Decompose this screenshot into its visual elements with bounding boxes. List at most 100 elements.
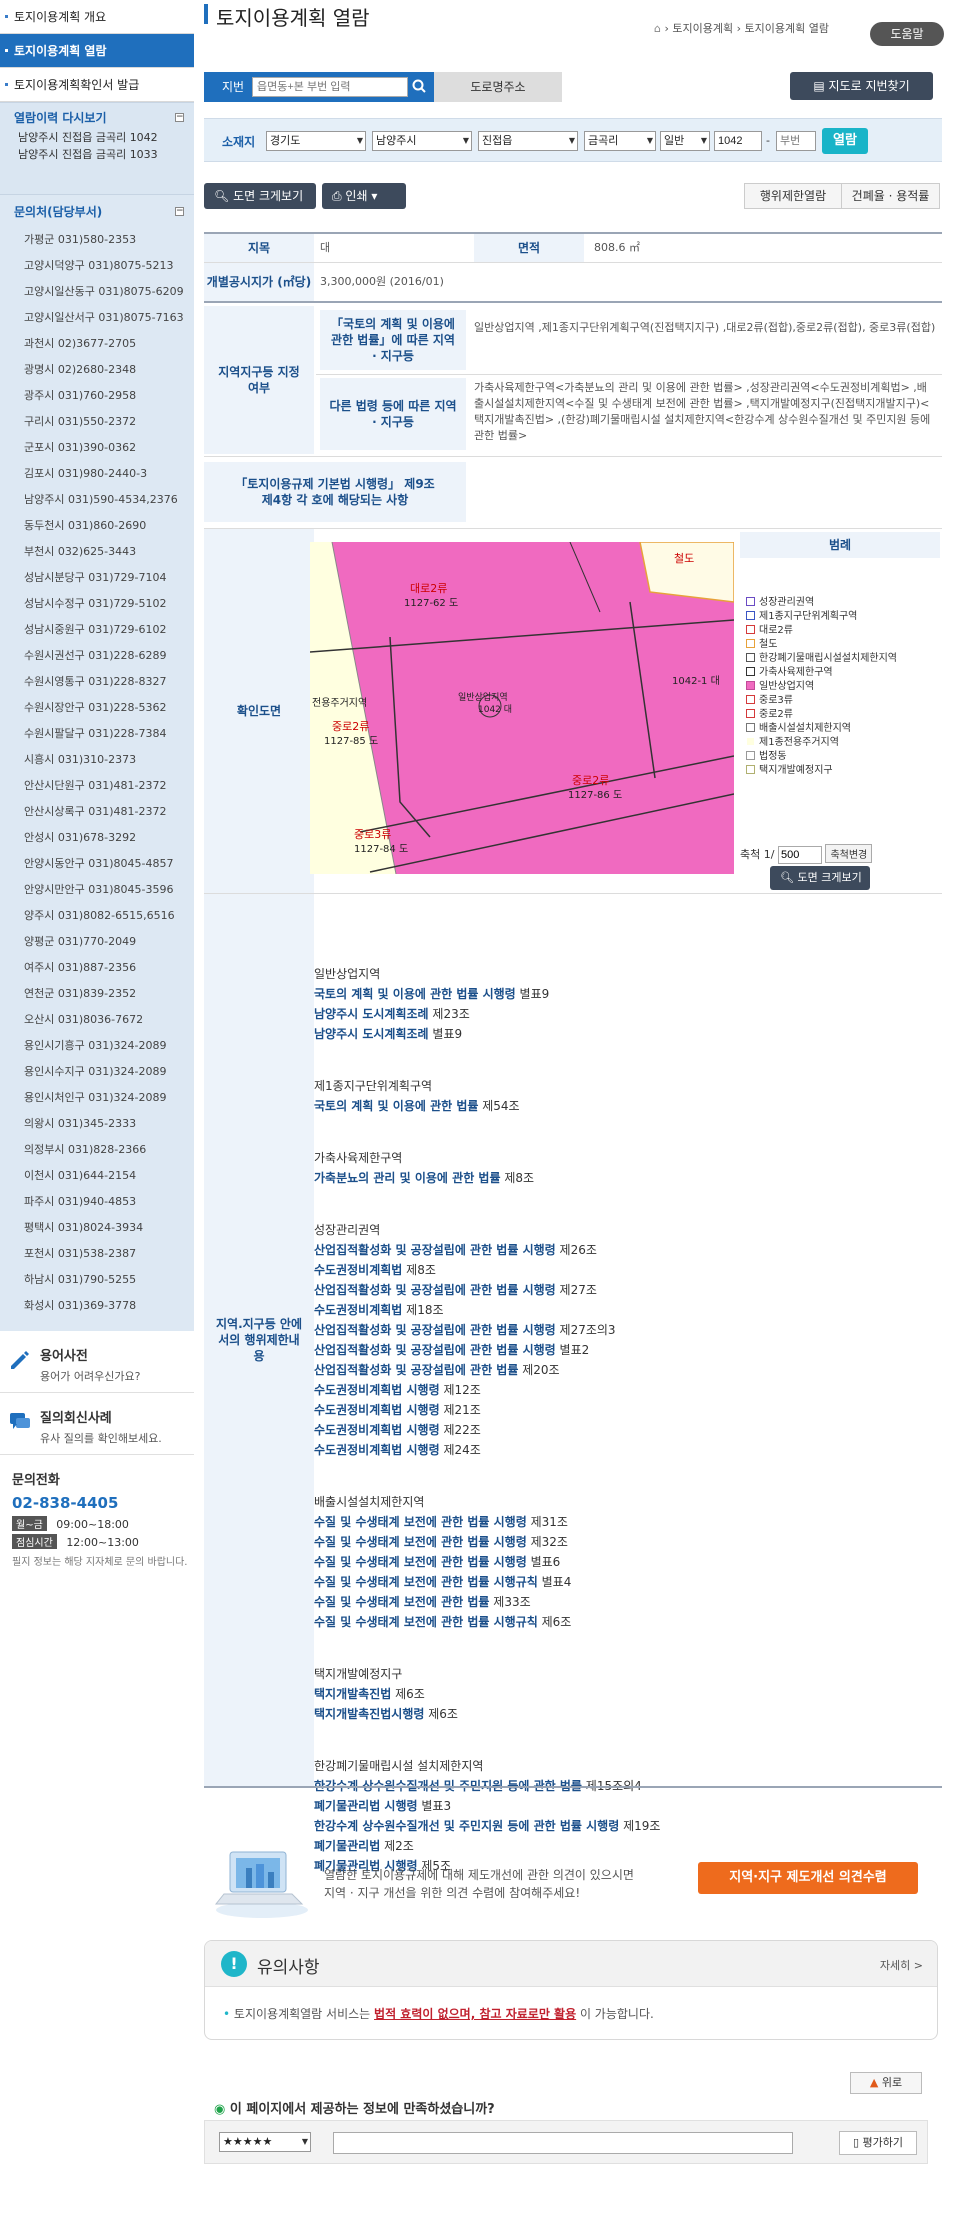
bonbun-input[interactable] [714,131,762,151]
limit-group: 가축사육제한구역 가축분뇨의 관리 및 이용에 관한 법률 제8조 [314,1148,934,1188]
limit-item: 가축분뇨의 관리 및 이용에 관한 법률 제8조 [314,1168,934,1188]
national-law-label: 「국토의 계획 및 이용에 관한 법률」에 따른 지역 · 지구등 [320,310,466,370]
law-link[interactable]: 수도권정비계획법 시행령 [314,1403,440,1417]
law-link[interactable]: 산업집적활성화 및 공장설립에 관한 법률 시행령 [314,1243,556,1257]
legend-swatch [746,625,755,634]
contact-item: 파주시 031)940-4853 [24,1195,137,1208]
law-link[interactable]: 수질 및 수생태계 보전에 관한 법률 시행령 [314,1535,527,1549]
law-link[interactable]: 수질 및 수생태계 보전에 관한 법률 [314,1595,489,1609]
eupmyeon-select[interactable]: 진접읍 [478,131,578,151]
restrict-view-button[interactable]: 행위제한열람 [744,183,842,209]
type-select[interactable]: 일반 [660,131,710,151]
road-address-tab[interactable]: 도로명주소 [434,72,562,102]
law-link[interactable]: 수질 및 수생태계 보전에 관한 법률 시행령 [314,1555,527,1569]
law-link[interactable]: 남양주시 도시계획조례 [314,1027,429,1041]
legend-swatch [746,681,755,690]
breadcrumb-item[interactable]: 토지이용계획 열람 [745,22,829,35]
opinion-button[interactable]: 지역·지구 제도개선 의견수렴 [698,1862,918,1894]
dictionary-box[interactable]: 용어사전 용어가 어려우신가요? [0,1331,194,1393]
law-link[interactable]: 산업집적활성화 및 공장설립에 관한 법률 시행령 [314,1343,556,1357]
jibun-input[interactable] [252,77,408,97]
map-find-button[interactable]: ▤ 지도로 지번찾기 [790,72,933,100]
building-ratio-button[interactable]: 건폐율 · 용적률 [841,183,940,209]
contact-item: 구리시 031)550-2372 [24,415,137,428]
contact-item: 하남시 031)790-5255 [24,1273,137,1286]
ri-select[interactable]: 금곡리 [584,131,656,151]
law-link[interactable]: 산업집적활성화 및 공장설립에 관한 법률 시행령 [314,1283,556,1297]
print-button[interactable]: ⎙ 인쇄 ▾ [322,183,406,209]
limit-item: 산업집적활성화 및 공장설립에 관한 법률 시행령 제27조의3 [314,1320,934,1340]
law-link[interactable]: 수도권정비계획법 시행령 [314,1383,440,1397]
survey-question: ◉ 이 페이지에서 제공하는 정보에 만족하셨습니까? [214,2098,495,2117]
law-link[interactable]: 남양주시 도시계획조례 [314,1007,429,1021]
phone-note: 필지 정보는 해당 지자체로 문의 바랍니다. [12,1557,188,1568]
notice-text-post: 이 가능합니다. [579,2007,654,2021]
law-link[interactable]: 한강수계 상수원수질개선 및 주민지원 등에 관한 법률 시행령 [314,1819,619,1833]
qna-box[interactable]: 질의회신사례 유사 질의를 확인해보세요. [0,1393,194,1455]
top-label: 위로 [881,2076,903,2089]
price-value: 3,300,000원 (2016/01) [320,275,444,288]
breadcrumb: ⌂ › 토지이용계획 › 토지이용계획 열람 [654,20,829,36]
limit-item: 수질 및 수생태계 보전에 관한 법률 시행규칙 제6조 [314,1612,934,1632]
view-button[interactable]: 열람 [822,128,868,154]
breadcrumb-item[interactable]: 토지이용계획 [672,22,733,35]
jibun-tab[interactable]: 지번 [204,72,434,102]
law-link[interactable]: 택지개발촉진법 [314,1687,391,1701]
contact-item: 김포시 031)980-2440-3 [24,467,148,480]
contact-item: 용인시처인구 031)324-2089 [24,1091,167,1104]
contacts-header[interactable]: 문의처(담당부서) − [0,201,194,223]
side-menu-item[interactable]: 토지이용계획 열람 [0,34,194,68]
law-link[interactable]: 수도권정비계획법 시행령 [314,1423,440,1437]
side-menu-item[interactable]: 토지이용계획 개요 [0,0,194,34]
history-item[interactable]: 남양주시 진접읍 금곡리 1033 [0,146,194,163]
law-link[interactable]: 수도권정비계획법 시행령 [314,1443,440,1457]
scale-change-button[interactable]: 축척변경 [825,844,873,863]
notice-more-link[interactable]: 자세히 > [880,1957,923,1973]
top-button[interactable]: ▲ 위로 [850,2072,922,2094]
law-link[interactable]: 수질 및 수생태계 보전에 관한 법률 시행규칙 [314,1615,538,1629]
phone-number: 02-838-4405 [12,1494,119,1512]
survey-comment-input[interactable] [333,2132,793,2154]
law-link[interactable]: 택지개발촉진법시행령 [314,1707,424,1721]
law-link[interactable]: 산업집적활성화 및 공장설립에 관한 법률 [314,1363,518,1377]
limit-item: 수질 및 수생태계 보전에 관한 법률 시행령 별표6 [314,1552,934,1572]
law-link[interactable]: 국토의 계획 및 이용에 관한 법률 [314,1099,478,1113]
submit-rating-button[interactable]: ▯ 평가하기 [839,2131,917,2155]
law-link[interactable]: 수도권정비계획법 [314,1303,402,1317]
scale-input[interactable] [777,846,822,864]
sigungu-select[interactable]: 남양주시 [372,131,472,151]
bubun-input[interactable] [776,131,816,151]
law-link[interactable]: 수질 및 수생태계 보전에 관한 법률 시행규칙 [314,1575,538,1589]
legend-label: 철도 [759,639,778,650]
contact-item: 안산시단원구 031)481-2372 [24,779,167,792]
jimok-value: 대 [320,241,331,254]
law-link[interactable]: 수질 및 수생태계 보전에 관한 법률 시행령 [314,1515,527,1529]
notice-text-pre: 토지이용계획열람 서비스는 [233,2007,375,2021]
collapse-icon[interactable]: − [175,113,184,122]
other-law-value: 가축사육제한구역<가축분뇨의 관리 및 이용에 관한 법률> ,성장관리권역<수… [474,381,931,442]
help-button[interactable]: 도움말 [870,22,944,46]
address-label: 소재지 [222,135,256,149]
rating-select[interactable]: ★★★★★ [219,2132,311,2152]
map-label-lot-center: 1042 대 [478,705,513,715]
home-icon[interactable]: ⌂ [654,22,661,35]
map-canvas[interactable]: 대로2류 1127-62 도 철도 일반상업지역 1042 대 1042-1 대… [310,542,734,874]
law-link[interactable]: 폐기물관리법 시행령 [314,1799,418,1813]
enlarge-map-button[interactable]: 🔍︎ 도면 크게보기 [204,183,316,209]
search-icon[interactable] [412,72,426,113]
law-link[interactable]: 수도권정비계획법 [314,1263,402,1277]
magnifier-icon: 🔍︎ [214,189,234,203]
history-header[interactable]: 열람이력 다시보기 − [0,107,194,129]
address-row: 소재지 경기도 남양주시 진접읍 금곡리 일반 - 열람 [204,118,942,162]
sido-select[interactable]: 경기도 [266,131,366,151]
legend-enlarge-button[interactable]: 🔍︎ 도면 크게보기 [770,866,870,890]
law-article: 별표2 [559,1343,590,1357]
side-menu-item[interactable]: 토지이용계획확인서 발급 [0,68,194,102]
law-link[interactable]: 국토의 계획 및 이용에 관한 법률 시행령 [314,987,516,1001]
legend-label: 한강폐기물매립시설설치제한지역 [759,653,897,664]
law-article: 별표4 [541,1575,572,1589]
collapse-icon[interactable]: − [175,207,184,216]
law-link[interactable]: 산업집적활성화 및 공장설립에 관한 법률 시행령 [314,1323,556,1337]
law-link[interactable]: 가축분뇨의 관리 및 이용에 관한 법률 [314,1171,501,1185]
history-item[interactable]: 남양주시 진접읍 금곡리 1042 [0,129,194,146]
